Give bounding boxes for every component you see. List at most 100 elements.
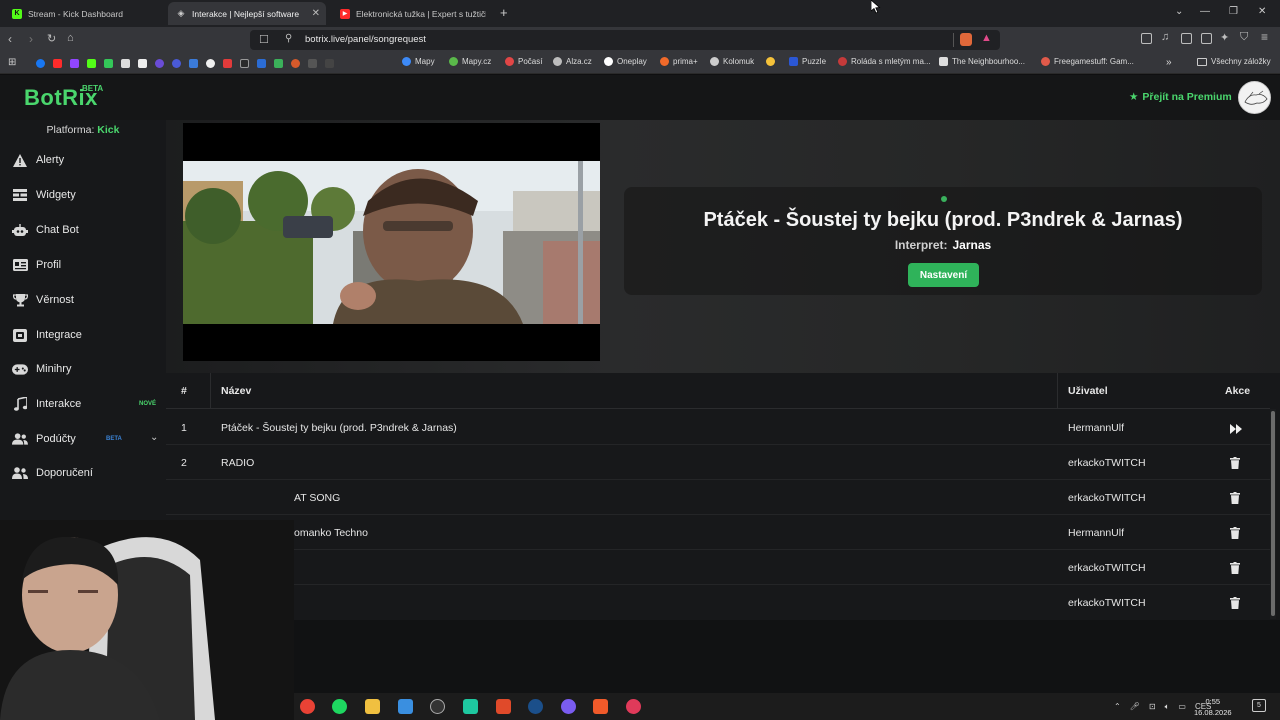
trash-icon[interactable] (1230, 561, 1242, 574)
bookmark-chrome[interactable] (766, 57, 775, 66)
url-text[interactable]: botrix.live/panel/songrequest (305, 34, 426, 45)
youtube-icon[interactable] (53, 59, 62, 68)
bookmark-icon[interactable] (291, 59, 300, 68)
sidebar-item-poducty[interactable]: Podúčty BETA ⌄ (0, 424, 166, 454)
microphone-icon[interactable]: 🎤︎ (1130, 702, 1140, 711)
site-info-icon[interactable]: ⚲ (285, 33, 292, 44)
google-icon[interactable] (206, 59, 215, 68)
bookmark-icon[interactable] (223, 59, 232, 68)
table-scrollbar[interactable] (1270, 409, 1276, 619)
trash-icon[interactable] (1230, 491, 1242, 504)
battery-icon[interactable]: ▭ (1178, 702, 1186, 711)
sidebar-item-profil[interactable]: Profil (0, 250, 166, 280)
sidebar-icon[interactable] (1181, 33, 1192, 44)
tab-list-icon[interactable]: ⌄ (1175, 6, 1183, 17)
sidebar-item-alerty[interactable]: Alerty (0, 145, 166, 175)
file-explorer-icon[interactable] (365, 699, 380, 714)
premium-link[interactable]: ★ Přejít na Premium (1129, 91, 1232, 103)
bookmark-alza[interactable]: Alza.cz (553, 57, 592, 66)
bookmark-neighbourhood[interactable]: The Neighbourhoo... (939, 57, 1025, 66)
logitech-icon[interactable] (430, 699, 445, 714)
home-icon[interactable]: ⌂ (67, 32, 74, 44)
bookmark-rolada[interactable]: Roláda s mletým ma... (838, 57, 931, 66)
bookmark-freegamestuff[interactable]: Freegamestuff: Gam... (1041, 57, 1134, 66)
leo-ai-icon[interactable]: ✦ (1220, 31, 1229, 44)
sidebar-item-interakce[interactable]: Interakce NOVÉ (0, 389, 166, 419)
scrollbar-thumb[interactable] (1271, 411, 1275, 616)
obs-icon[interactable] (561, 699, 576, 714)
trash-icon[interactable] (1230, 596, 1242, 609)
sidebar-item-doporuceni[interactable]: Doporučení (0, 458, 166, 488)
sidebar-item-minihry[interactable]: Minihry (0, 354, 166, 384)
volume-icon[interactable]: 🔈︎ (1165, 702, 1170, 712)
bookmark-icon[interactable]: ☐ (259, 33, 269, 46)
apps-grid-icon[interactable]: ⊞ (8, 57, 16, 68)
twitch-icon[interactable] (70, 59, 79, 68)
trash-icon[interactable] (1230, 526, 1242, 539)
video-player[interactable] (183, 123, 600, 361)
network-icon[interactable]: ⊡ (1149, 702, 1156, 711)
bookmark-icon[interactable] (172, 59, 181, 68)
bookmark-icon[interactable] (240, 59, 249, 68)
app-icon[interactable] (398, 699, 413, 714)
sidebar-item-chat-bot[interactable]: Chat Bot (0, 215, 166, 245)
brave-icon[interactable] (593, 699, 608, 714)
facebook-icon[interactable] (36, 59, 45, 68)
bookmark-icon[interactable] (257, 59, 266, 68)
maximize-icon[interactable]: ❐ (1229, 6, 1238, 17)
stats-icon[interactable] (104, 59, 113, 68)
bookmark-icon[interactable] (274, 59, 283, 68)
bookmark-icon[interactable] (325, 59, 334, 68)
kick-icon[interactable] (87, 59, 96, 68)
bookmark-pocasi[interactable]: Počasí (505, 57, 542, 66)
trash-icon[interactable] (1230, 456, 1242, 469)
reload-icon[interactable]: ↻ (47, 32, 56, 45)
notifications-icon[interactable]: 5 (1252, 699, 1266, 712)
anchor-icon[interactable] (121, 59, 130, 68)
app-icon[interactable] (463, 699, 478, 714)
bookmark-icon[interactable] (155, 59, 164, 68)
chevron-up-icon[interactable]: ⌃ (1114, 702, 1121, 711)
app-icon[interactable] (496, 699, 511, 714)
browser-tab-interakce[interactable]: ◈ Interakce | Nejlepší software ✕ (168, 2, 326, 25)
skip-icon[interactable] (1230, 421, 1242, 434)
close-window-icon[interactable]: ✕ (1258, 6, 1266, 17)
browser-tab-youtube[interactable]: ▶ Elektronická tužka | Expert s tužtičko… (332, 2, 494, 25)
vpn-icon[interactable]: ⛉ (1240, 31, 1248, 44)
chevron-down-icon[interactable]: ⌄ (150, 432, 158, 443)
bookmark-icon[interactable] (308, 59, 317, 68)
bookmark-kolomuk[interactable]: Kolomuk (710, 57, 754, 66)
bookmark-mapy[interactable]: Mapy (402, 57, 435, 66)
bookmark-icon[interactable] (189, 59, 198, 68)
user-avatar[interactable] (1238, 81, 1271, 114)
more-bookmarks-icon[interactable]: » (1166, 57, 1172, 68)
bookmark-puzzle[interactable]: Puzzle (789, 57, 826, 66)
back-icon[interactable]: ‹ (8, 32, 12, 46)
wallet-icon[interactable] (1201, 33, 1212, 44)
sidebar-item-integrace[interactable]: Integrace (0, 320, 166, 350)
bookmark-prima[interactable]: prima+ (660, 57, 698, 66)
close-tab-icon[interactable]: ✕ (312, 8, 320, 19)
sidebar-item-vernost[interactable]: Věrnost (0, 285, 166, 315)
browser-tab-kick[interactable]: K Stream - Kick Dashboard (4, 2, 168, 25)
steam-icon[interactable] (528, 699, 543, 714)
forward-icon[interactable]: › (29, 32, 33, 46)
spotify-icon[interactable] (332, 699, 347, 714)
sidebar-item-widgety[interactable]: Widgety (0, 180, 166, 210)
menu-icon[interactable]: ≡ (1261, 30, 1268, 44)
app-icon[interactable] (626, 699, 641, 714)
bookmark-oneplay[interactable]: Oneplay (604, 57, 647, 66)
bookmark-icon[interactable] (138, 59, 147, 68)
bookmark-mapy-cz[interactable]: Mapy.cz (449, 57, 491, 66)
media-icon[interactable]: ♫ (1161, 31, 1169, 43)
settings-button[interactable]: Nastavení (908, 263, 979, 287)
brave-rewards-icon[interactable]: ▲ (981, 32, 992, 44)
brave-shields-icon[interactable] (960, 33, 972, 46)
clock[interactable]: 0:55 16.08.2026 (1194, 696, 1232, 718)
all-bookmarks[interactable]: Všechny záložky (1197, 57, 1271, 66)
minimize-icon[interactable]: — (1200, 6, 1210, 17)
extensions-icon[interactable] (1141, 33, 1152, 44)
address-bar[interactable]: ☐ ⚲ botrix.live/panel/songrequest ▲ (250, 30, 1000, 50)
new-tab-button[interactable]: + (500, 5, 508, 20)
chrome-icon[interactable] (300, 699, 315, 714)
